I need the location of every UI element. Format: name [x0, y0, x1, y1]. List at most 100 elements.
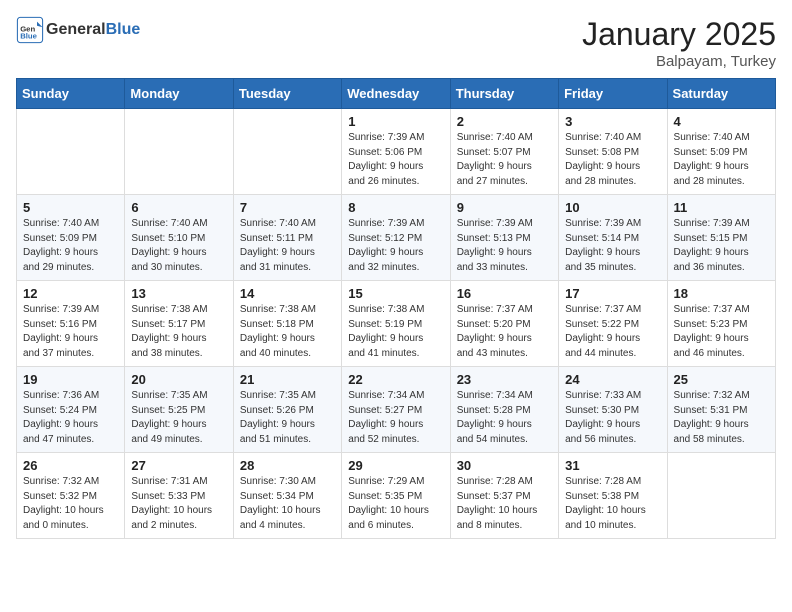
calendar-cell: 5Sunrise: 7:40 AM Sunset: 5:09 PM Daylig…	[17, 195, 125, 281]
calendar-cell: 9Sunrise: 7:39 AM Sunset: 5:13 PM Daylig…	[450, 195, 558, 281]
day-number: 31	[565, 458, 660, 473]
day-number: 21	[240, 372, 335, 387]
day-number: 28	[240, 458, 335, 473]
day-number: 24	[565, 372, 660, 387]
day-info: Sunrise: 7:30 AM Sunset: 5:34 PM Dayligh…	[240, 475, 335, 533]
calendar-cell: 30Sunrise: 7:28 AM Sunset: 5:37 PM Dayli…	[450, 453, 558, 539]
day-info: Sunrise: 7:39 AM Sunset: 5:15 PM Dayligh…	[674, 217, 769, 275]
day-info: Sunrise: 7:35 AM Sunset: 5:25 PM Dayligh…	[131, 389, 226, 447]
calendar-cell: 8 Sunrise: 7:39 AM Sunset: 5:12 PM Daylig…	[342, 195, 450, 281]
weekday-header-sunday: Sunday	[17, 79, 125, 109]
day-info: Sunrise: 7:32 AM Sunset: 5:32 PM Dayligh…	[23, 475, 118, 533]
weekday-header-thursday: Thursday	[450, 79, 558, 109]
day-number: 25	[674, 372, 769, 387]
day-info: Sunrise: 7:37 AM Sunset: 5:20 PM Dayligh…	[457, 303, 552, 361]
calendar-cell	[233, 109, 341, 195]
month-title: January 2025	[582, 16, 776, 53]
day-number: 1	[348, 114, 443, 129]
calendar-week-5: 26Sunrise: 7:32 AM Sunset: 5:32 PM Dayli…	[17, 453, 776, 539]
calendar-week-4: 19 Sunrise: 7:36 AM Sunset: 5:24 PM Dayli…	[17, 367, 776, 453]
calendar-week-1: 1 Sunrise: 7:39 AM Sunset: 5:06 PM Daylig…	[17, 109, 776, 195]
calendar-cell: 27 Sunrise: 7:31 AM Sunset: 5:33 PM Dayli…	[125, 453, 233, 539]
day-info: Sunrise: 7:35 AM Sunset: 5:26 PM Dayligh…	[240, 389, 335, 447]
weekday-header-saturday: Saturday	[667, 79, 775, 109]
day-number: 3	[565, 114, 660, 129]
day-info: Sunrise: 7:38 AM Sunset: 5:19 PM Dayligh…	[348, 303, 443, 361]
day-number: 2	[457, 114, 552, 129]
calendar-cell: 29 Sunrise: 7:29 AM Sunset: 5:35 PM Dayli…	[342, 453, 450, 539]
day-info: Sunrise: 7:39 AM Sunset: 5:12 PM Dayligh…	[348, 217, 443, 275]
day-info: Sunrise: 7:39 AM Sunset: 5:14 PM Dayligh…	[565, 217, 660, 275]
calendar-cell: 11 Sunrise: 7:39 AM Sunset: 5:15 PM Dayli…	[667, 195, 775, 281]
calendar-cell: 12 Sunrise: 7:39 AM Sunset: 5:16 PM Dayli…	[17, 281, 125, 367]
calendar-cell: 1 Sunrise: 7:39 AM Sunset: 5:06 PM Daylig…	[342, 109, 450, 195]
day-number: 11	[674, 200, 769, 215]
logo: Gen Blue General Blue	[16, 16, 140, 44]
day-info: Sunrise: 7:31 AM Sunset: 5:33 PM Dayligh…	[131, 475, 226, 533]
svg-text:Blue: Blue	[20, 31, 37, 40]
day-info: Sunrise: 7:40 AM Sunset: 5:08 PM Dayligh…	[565, 131, 660, 189]
calendar-cell: 2Sunrise: 7:40 AM Sunset: 5:07 PM Daylig…	[450, 109, 558, 195]
calendar-week-3: 12 Sunrise: 7:39 AM Sunset: 5:16 PM Dayli…	[17, 281, 776, 367]
day-info: Sunrise: 7:39 AM Sunset: 5:06 PM Dayligh…	[348, 131, 443, 189]
day-info: Sunrise: 7:32 AM Sunset: 5:31 PM Dayligh…	[674, 389, 769, 447]
calendar-cell: 19 Sunrise: 7:36 AM Sunset: 5:24 PM Dayli…	[17, 367, 125, 453]
day-number: 19	[23, 372, 118, 387]
weekday-header-tuesday: Tuesday	[233, 79, 341, 109]
calendar-cell: 28 Sunrise: 7:30 AM Sunset: 5:34 PM Dayli…	[233, 453, 341, 539]
calendar-cell: 14 Sunrise: 7:38 AM Sunset: 5:18 PM Dayli…	[233, 281, 341, 367]
calendar-week-2: 5Sunrise: 7:40 AM Sunset: 5:09 PM Daylig…	[17, 195, 776, 281]
day-number: 10	[565, 200, 660, 215]
day-number: 5	[23, 200, 118, 215]
calendar-cell: 3 Sunrise: 7:40 AM Sunset: 5:08 PM Daylig…	[559, 109, 667, 195]
day-number: 13	[131, 286, 226, 301]
weekday-header-friday: Friday	[559, 79, 667, 109]
day-info: Sunrise: 7:39 AM Sunset: 5:16 PM Dayligh…	[23, 303, 118, 361]
day-number: 30	[457, 458, 552, 473]
day-info: Sunrise: 7:29 AM Sunset: 5:35 PM Dayligh…	[348, 475, 443, 533]
calendar-cell: 17Sunrise: 7:37 AM Sunset: 5:22 PM Dayli…	[559, 281, 667, 367]
day-number: 7	[240, 200, 335, 215]
calendar-cell: 25 Sunrise: 7:32 AM Sunset: 5:31 PM Dayli…	[667, 367, 775, 453]
calendar-cell: 31 Sunrise: 7:28 AM Sunset: 5:38 PM Dayli…	[559, 453, 667, 539]
weekday-header-monday: Monday	[125, 79, 233, 109]
calendar-cell: 7Sunrise: 7:40 AM Sunset: 5:11 PM Daylig…	[233, 195, 341, 281]
calendar-cell: 26Sunrise: 7:32 AM Sunset: 5:32 PM Dayli…	[17, 453, 125, 539]
weekday-header-wednesday: Wednesday	[342, 79, 450, 109]
calendar-cell	[17, 109, 125, 195]
calendar-cell: 10 Sunrise: 7:39 AM Sunset: 5:14 PM Dayli…	[559, 195, 667, 281]
logo-icon: Gen Blue	[16, 16, 44, 44]
calendar-cell: 15Sunrise: 7:38 AM Sunset: 5:19 PM Dayli…	[342, 281, 450, 367]
day-number: 22	[348, 372, 443, 387]
title-block: January 2025 Balpayam, Turkey	[582, 16, 776, 70]
calendar-cell: 20 Sunrise: 7:35 AM Sunset: 5:25 PM Dayli…	[125, 367, 233, 453]
calendar-cell: 21 Sunrise: 7:35 AM Sunset: 5:26 PM Dayli…	[233, 367, 341, 453]
logo-general-text: General	[46, 21, 106, 38]
day-number: 18	[674, 286, 769, 301]
day-info: Sunrise: 7:40 AM Sunset: 5:09 PM Dayligh…	[674, 131, 769, 189]
calendar-cell	[667, 453, 775, 539]
calendar-cell: 18 Sunrise: 7:37 AM Sunset: 5:23 PM Dayli…	[667, 281, 775, 367]
day-info: Sunrise: 7:36 AM Sunset: 5:24 PM Dayligh…	[23, 389, 118, 447]
day-info: Sunrise: 7:37 AM Sunset: 5:23 PM Dayligh…	[674, 303, 769, 361]
day-number: 8	[348, 200, 443, 215]
page-header: Gen Blue General Blue January 2025 Balpay…	[16, 16, 776, 70]
calendar-cell: 24 Sunrise: 7:33 AM Sunset: 5:30 PM Dayli…	[559, 367, 667, 453]
day-number: 29	[348, 458, 443, 473]
day-info: Sunrise: 7:33 AM Sunset: 5:30 PM Dayligh…	[565, 389, 660, 447]
weekday-header-row: SundayMondayTuesdayWednesdayThursdayFrid…	[17, 79, 776, 109]
day-number: 27	[131, 458, 226, 473]
day-number: 20	[131, 372, 226, 387]
calendar-cell: 23Sunrise: 7:34 AM Sunset: 5:28 PM Dayli…	[450, 367, 558, 453]
calendar-cell: 4Sunrise: 7:40 AM Sunset: 5:09 PM Daylig…	[667, 109, 775, 195]
calendar-cell	[125, 109, 233, 195]
day-info: Sunrise: 7:39 AM Sunset: 5:13 PM Dayligh…	[457, 217, 552, 275]
day-number: 12	[23, 286, 118, 301]
day-number: 14	[240, 286, 335, 301]
day-info: Sunrise: 7:28 AM Sunset: 5:38 PM Dayligh…	[565, 475, 660, 533]
day-info: Sunrise: 7:38 AM Sunset: 5:18 PM Dayligh…	[240, 303, 335, 361]
location-title: Balpayam, Turkey	[582, 53, 776, 70]
calendar-cell: 6Sunrise: 7:40 AM Sunset: 5:10 PM Daylig…	[125, 195, 233, 281]
calendar-table: SundayMondayTuesdayWednesdayThursdayFrid…	[16, 78, 776, 539]
day-number: 6	[131, 200, 226, 215]
